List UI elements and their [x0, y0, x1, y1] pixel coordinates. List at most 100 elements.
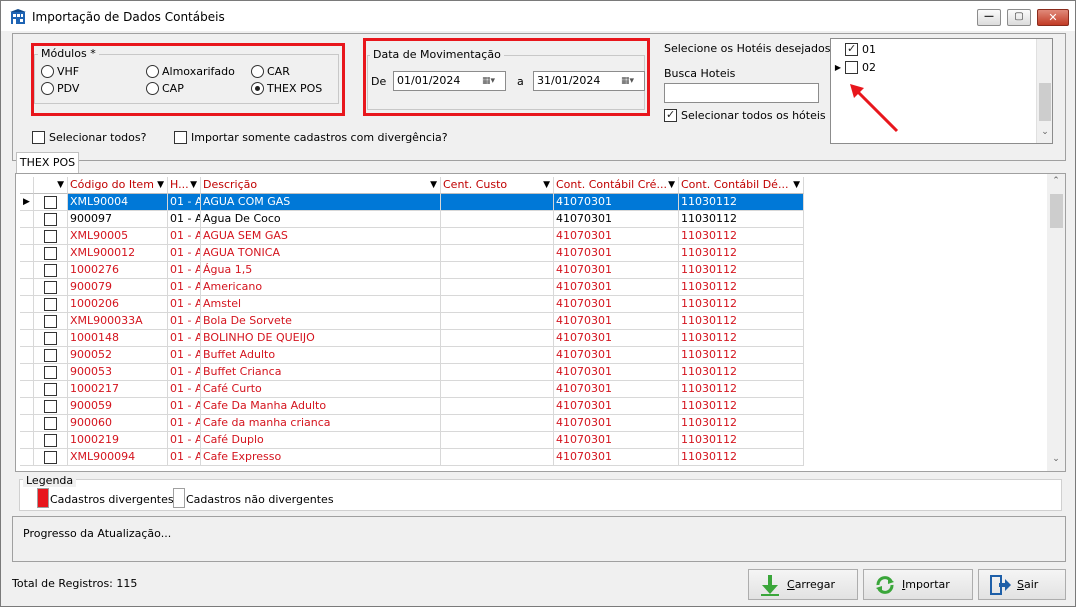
filter-dropdown-icon[interactable]: ▼ [543, 177, 550, 193]
import-button[interactable]: Importar [863, 569, 973, 600]
row-checkbox[interactable] [44, 416, 57, 430]
date-to-field[interactable]: 31/01/2024 ▦▾ [533, 71, 645, 91]
row-checkbox-cell[interactable] [34, 347, 68, 364]
date-from-field[interactable]: 01/01/2024 ▦▾ [393, 71, 506, 91]
row-checkbox-cell[interactable] [34, 398, 68, 415]
grid-header-debit-account[interactable]: Cont. Contábil Dé... ▼ [679, 177, 804, 194]
table-row[interactable]: 900052 01 - A Buffet Adulto 41070301 1103011… [20, 347, 806, 364]
row-checkbox[interactable] [44, 297, 57, 311]
calendar-icon[interactable]: ▦▾ [482, 74, 502, 88]
hotel-checkbox[interactable] [845, 42, 858, 56]
row-checkbox-cell[interactable] [34, 449, 68, 466]
row-checkbox-cell[interactable] [34, 381, 68, 398]
exit-button[interactable]: Sair [978, 569, 1066, 600]
row-checkbox[interactable] [44, 314, 57, 328]
grid-header-cost-center[interactable]: Cent. Custo ▼ [441, 177, 554, 194]
table-row[interactable]: 900097 01 - A Agua De Coco 41070301 11030112 [20, 211, 806, 228]
radio-car[interactable]: CAR [251, 64, 290, 78]
row-checkbox[interactable] [44, 195, 57, 209]
radio-pdv[interactable]: PDV [41, 81, 79, 95]
maximize-button[interactable]: ▢ [1007, 9, 1031, 26]
table-row[interactable]: 1000148 01 - A BOLINHO DE QUEIJO 41070301 11… [20, 330, 806, 347]
row-checkbox-cell[interactable] [34, 296, 68, 313]
row-checkbox-cell[interactable] [34, 194, 68, 211]
non-divergent-swatch [173, 488, 185, 508]
radio-cap[interactable]: CAP [146, 81, 184, 95]
cell-code: 900053 [68, 364, 168, 381]
table-row[interactable]: XML900094 01 - A Cafe Expresso 41070301 1103… [20, 449, 806, 466]
row-checkbox-cell[interactable] [34, 364, 68, 381]
hotels-search-input[interactable] [664, 83, 819, 103]
tab-thex-pos[interactable]: THEX POS [16, 152, 79, 174]
grid-scrollbar[interactable]: ⌃ ⌄ [1047, 174, 1065, 471]
grid-header-description[interactable]: Descrição ▼ [201, 177, 441, 194]
row-checkbox-cell[interactable] [34, 262, 68, 279]
row-checkbox[interactable] [44, 263, 57, 277]
table-row[interactable]: ▶ XML90004 01 - A AGUA COM GAS 41070301 11030… [20, 194, 806, 211]
scroll-down-icon[interactable]: ⌄ [1037, 127, 1053, 137]
row-checkbox-cell[interactable] [34, 415, 68, 432]
row-checkbox[interactable] [44, 433, 57, 447]
scroll-down-icon[interactable]: ⌄ [1047, 454, 1065, 464]
row-checkbox[interactable] [44, 331, 57, 345]
filter-dropdown-icon[interactable]: ▼ [668, 177, 675, 193]
hotel-item[interactable]: 01 [831, 41, 876, 57]
scroll-up-icon[interactable]: ⌃ [1047, 176, 1065, 186]
radio-almoxarifado[interactable]: Almoxarifado [146, 64, 235, 78]
filter-dropdown-icon[interactable]: ▼ [430, 177, 437, 193]
table-row[interactable]: XML90005 01 - A AGUA SEM GAS 41070301 110301… [20, 228, 806, 245]
cell-code: 900059 [68, 398, 168, 415]
scroll-thumb[interactable] [1039, 83, 1051, 121]
row-checkbox[interactable] [44, 399, 57, 413]
row-checkbox[interactable] [44, 348, 57, 362]
hotels-scrollbar[interactable]: ⌄ [1036, 39, 1052, 143]
scroll-thumb[interactable] [1050, 194, 1063, 228]
row-checkbox[interactable] [44, 280, 57, 294]
row-checkbox-cell[interactable] [34, 245, 68, 262]
row-checkbox-cell[interactable] [34, 211, 68, 228]
row-checkbox[interactable] [44, 229, 57, 243]
grid-header-select[interactable]: ▼ [34, 177, 68, 194]
filter-dropdown-icon[interactable]: ▼ [793, 177, 800, 193]
row-checkbox-cell[interactable] [34, 330, 68, 347]
row-checkbox[interactable] [44, 246, 57, 260]
load-button[interactable]: Carregar [748, 569, 858, 600]
row-checkbox-cell[interactable] [34, 432, 68, 449]
table-row[interactable]: XML900012 01 - A AGUA TONICA 41070301 110301… [20, 245, 806, 262]
table-row[interactable]: 1000217 01 - A Café Curto 41070301 11030112 [20, 381, 806, 398]
row-checkbox-cell[interactable] [34, 279, 68, 296]
cell-credit-account: 41070301 [554, 228, 679, 245]
table-row[interactable]: 1000219 01 - A Café Duplo 41070301 11030112 [20, 432, 806, 449]
row-checkbox-cell[interactable] [34, 313, 68, 330]
close-button[interactable]: ✕ [1037, 9, 1069, 26]
filter-dropdown-icon[interactable]: ▼ [57, 177, 64, 193]
table-row[interactable]: 1000206 01 - A Amstel 41070301 11030112 [20, 296, 806, 313]
row-checkbox[interactable] [44, 382, 57, 396]
minimize-button[interactable]: — [977, 9, 1001, 26]
radio-vhf[interactable]: VHF [41, 64, 79, 78]
calendar-icon[interactable]: ▦▾ [621, 74, 641, 88]
only-divergent-checkbox[interactable]: Importar somente cadastros com divergênc… [174, 130, 448, 145]
filter-dropdown-icon[interactable]: ▼ [190, 177, 197, 193]
hotel-checkbox[interactable] [845, 60, 858, 74]
row-checkbox[interactable] [44, 450, 57, 464]
radio-thex-pos[interactable]: THEX POS [251, 81, 322, 95]
grid-header-credit-account[interactable]: Cont. Contábil Cré... ▼ [554, 177, 679, 194]
select-all-checkbox[interactable]: Selecionar todos? [32, 130, 146, 145]
table-row[interactable]: 900060 01 - A Cafe da manha crianca 4107030… [20, 415, 806, 432]
row-checkbox[interactable] [44, 212, 57, 226]
row-checkbox[interactable] [44, 365, 57, 379]
row-checkbox-cell[interactable] [34, 228, 68, 245]
grid-header-h[interactable]: H... ▼ [168, 177, 201, 194]
table-row[interactable]: 900079 01 - A Americano 41070301 11030112 [20, 279, 806, 296]
hotel-item[interactable]: ▶ 02 [831, 59, 876, 75]
row-indicator [20, 449, 34, 466]
grid-header-code[interactable]: Código do Item ▼ [68, 177, 168, 194]
table-row[interactable]: XML900033A 01 - A Bola De Sorvete 41070301 1… [20, 313, 806, 330]
filter-dropdown-icon[interactable]: ▼ [157, 177, 164, 193]
table-row[interactable]: 900059 01 - A Cafe Da Manha Adulto 41070301… [20, 398, 806, 415]
select-all-hotels-checkbox[interactable]: Selecionar todos os hóteis [664, 108, 826, 123]
items-grid[interactable]: ▼ Código do Item ▼ H... ▼ Descrição ▼ Cent.… [20, 177, 806, 469]
table-row[interactable]: 900053 01 - A Buffet Crianca 41070301 110301… [20, 364, 806, 381]
table-row[interactable]: 1000276 01 - A Água 1,5 41070301 11030112 [20, 262, 806, 279]
